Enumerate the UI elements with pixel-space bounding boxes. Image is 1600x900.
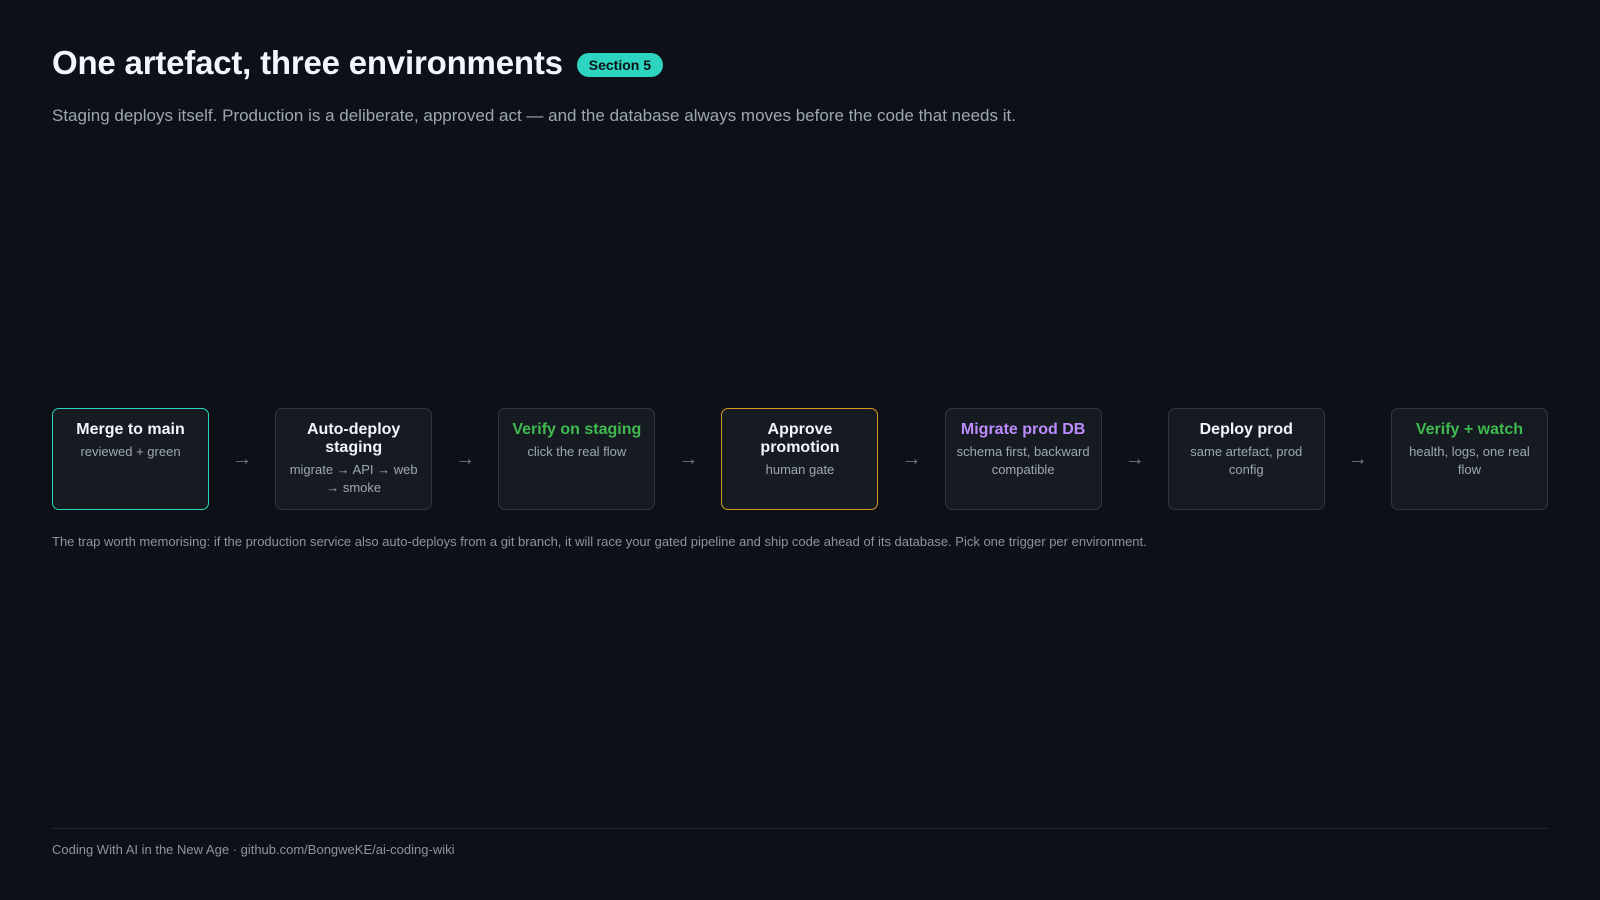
step-migrate-prod-db: Migrate prod DB schema first, backward c…: [944, 408, 1102, 510]
trap-note: The trap worth memorising: if the produc…: [52, 534, 1147, 549]
arrow-right-icon: →: [455, 447, 476, 470]
page-subtitle: Staging deploys itself. Production is a …: [52, 106, 1016, 125]
title-row: One artefact, three environments Section…: [52, 44, 664, 82]
pipeline-flow: Merge to main reviewed + green → Auto-de…: [52, 408, 1548, 510]
step-title: Deploy prod: [1199, 421, 1293, 438]
step-merge-to-main: Merge to main reviewed + green: [52, 408, 209, 510]
step-title: Migrate prod DB: [960, 421, 1086, 438]
step-verify-on-staging: Verify on staging click the real flow: [498, 408, 656, 510]
arrow-right-icon: →: [1124, 447, 1145, 470]
footer-credit: Coding With AI in the New Age · github.c…: [52, 842, 455, 857]
slide: One artefact, three environments Section…: [0, 0, 1600, 900]
step-subtitle: human gate: [765, 462, 835, 477]
step-title: Verify on staging: [512, 421, 642, 438]
footer-divider: [52, 828, 1548, 829]
step-subtitle: reviewed + green: [80, 444, 181, 459]
step-subtitle: schema first, backward compatible: [956, 444, 1090, 477]
step-subtitle: click the real flow: [527, 444, 627, 459]
step-title: Merge to main: [76, 421, 185, 438]
section-badge: Section 5: [576, 53, 664, 77]
step-title: Auto-deploy staging: [306, 421, 401, 456]
step-subtitle: same artefact, prod config: [1190, 444, 1303, 477]
step-verify-and-watch: Verify + watch health, logs, one real fl…: [1390, 408, 1548, 510]
step-subtitle: health, logs, one real flow: [1409, 444, 1530, 477]
arrow-right-icon: →: [901, 447, 922, 470]
arrow-right-icon: →: [1347, 447, 1368, 470]
step-subtitle: migrate → API → web → smoke: [289, 462, 418, 495]
arrow-right-icon: →: [678, 447, 699, 470]
step-deploy-prod: Deploy prod same artefact, prod config: [1167, 408, 1325, 510]
step-title: Approve promotion: [760, 421, 840, 456]
page-title: One artefact, three environments: [52, 44, 563, 81]
step-auto-deploy-staging: Auto-deploy staging migrate → API → web …: [275, 408, 433, 510]
step-title: Verify + watch: [1415, 421, 1524, 438]
arrow-right-icon: →: [232, 447, 253, 470]
step-approve-promotion: Approve promotion human gate: [721, 408, 879, 510]
